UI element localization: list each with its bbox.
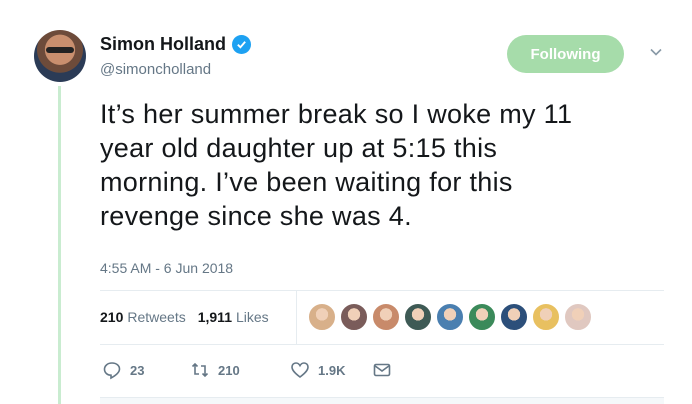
liker-avatar[interactable] bbox=[564, 303, 592, 331]
verified-badge-icon bbox=[232, 35, 251, 54]
reply-box[interactable] bbox=[100, 397, 664, 404]
like-count: 1.9K bbox=[318, 362, 346, 378]
reply-button[interactable]: 23 bbox=[102, 360, 190, 380]
retweets-count: 210 bbox=[100, 309, 124, 325]
liker-avatar[interactable] bbox=[532, 303, 560, 331]
retweet-count: 210 bbox=[218, 362, 240, 378]
likes-stat[interactable]: 1,911 Likes bbox=[198, 309, 269, 325]
liker-avatar[interactable] bbox=[308, 303, 336, 331]
liker-avatar[interactable] bbox=[404, 303, 432, 331]
divider bbox=[100, 344, 664, 345]
retweets-label: Retweets bbox=[127, 309, 186, 325]
following-button[interactable]: Following bbox=[507, 35, 624, 73]
stats-separator bbox=[296, 290, 297, 344]
tweet-actions: 23 210 1.9K bbox=[102, 360, 392, 380]
chevron-down-icon[interactable] bbox=[648, 44, 664, 60]
heart-icon bbox=[291, 362, 309, 379]
liker-avatar[interactable] bbox=[436, 303, 464, 331]
user-name[interactable]: Simon Holland bbox=[100, 34, 226, 55]
retweets-stat[interactable]: 210 Retweets bbox=[100, 309, 186, 325]
tweet-line: revenge since she was 4. bbox=[100, 201, 412, 231]
reply-count: 23 bbox=[130, 362, 145, 378]
tweet-line: morning. I’ve been waiting for this bbox=[100, 167, 513, 197]
tweet-line: year old daughter up at 5:15 this bbox=[100, 133, 498, 163]
likes-count: 1,911 bbox=[197, 309, 232, 325]
likes-label: Likes bbox=[235, 309, 269, 325]
envelope-icon bbox=[373, 363, 391, 377]
avatar[interactable] bbox=[34, 30, 86, 82]
liker-avatar[interactable] bbox=[372, 303, 400, 331]
direct-message-button[interactable] bbox=[372, 360, 392, 380]
liker-avatar[interactable] bbox=[500, 303, 528, 331]
tweet-timestamp[interactable]: 4:55 AM - 6 Jun 2018 bbox=[100, 260, 233, 276]
retweet-icon bbox=[191, 362, 209, 378]
liker-avatar[interactable] bbox=[340, 303, 368, 331]
tweet-text: It’s her summer break so I woke my 11 ye… bbox=[100, 97, 670, 233]
liker-avatars bbox=[308, 303, 596, 331]
user-handle[interactable]: @simoncholland bbox=[100, 61, 251, 78]
avatar-glasses bbox=[46, 47, 74, 53]
liker-avatar[interactable] bbox=[468, 303, 496, 331]
reply-icon bbox=[103, 362, 121, 380]
tweet-line: It’s her summer break so I woke my 11 bbox=[100, 99, 573, 129]
user-info: Simon Holland @simoncholland bbox=[100, 34, 251, 78]
thread-line bbox=[58, 86, 61, 404]
like-button[interactable]: 1.9K bbox=[290, 360, 372, 380]
tweet-stats: 210 Retweets 1,911 Likes bbox=[100, 290, 297, 344]
retweet-button[interactable]: 210 bbox=[190, 360, 290, 380]
